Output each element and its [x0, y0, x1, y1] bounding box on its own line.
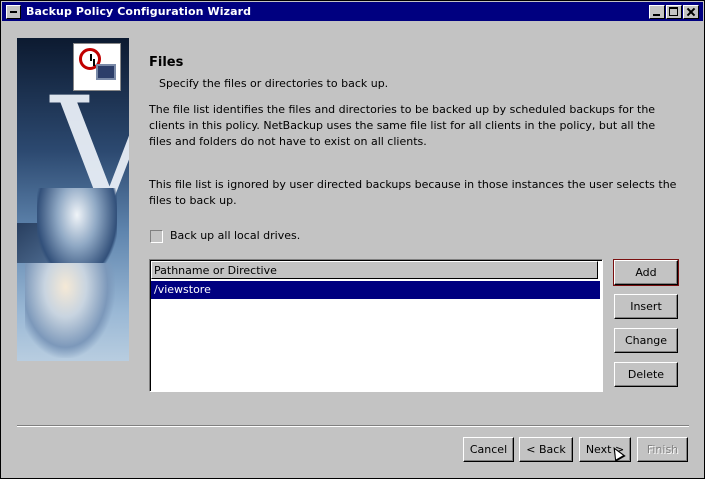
finish-button: Finish	[637, 437, 688, 462]
cancel-button-label: Cancel	[469, 443, 508, 456]
description-paragraph-1: The file list identifies the files and d…	[149, 103, 656, 148]
title-bar[interactable]: Backup Policy Configuration Wizard	[2, 2, 703, 21]
system-menu-icon[interactable]	[6, 5, 21, 19]
wizard-window: Backup Policy Configuration Wizard V Fil…	[0, 0, 705, 479]
page-title: Files	[149, 55, 184, 70]
list-item[interactable]: /viewstore	[151, 281, 600, 299]
maximize-icon[interactable]	[666, 5, 682, 19]
backup-all-drives-checkbox[interactable]	[150, 230, 163, 243]
wizard-banner-image: V	[17, 38, 129, 361]
column-header-label: Pathname or Directive	[154, 264, 277, 277]
column-header-pathname[interactable]: Pathname or Directive	[151, 261, 598, 279]
delete-button[interactable]: Delete	[614, 362, 678, 387]
list-item-label: /viewstore	[154, 283, 211, 296]
page-subtitle: Specify the files or directories to back…	[159, 77, 389, 90]
back-button-label: < Back	[526, 443, 566, 456]
delete-button-label: Delete	[627, 368, 665, 381]
change-button-label: Change	[624, 334, 668, 347]
monitor-icon	[96, 64, 116, 80]
banner-person-2	[25, 263, 115, 358]
window-title: Backup Policy Configuration Wizard	[26, 5, 252, 18]
insert-button[interactable]: Insert	[614, 294, 678, 319]
next-button[interactable]: Next >	[579, 437, 631, 462]
add-button[interactable]: Add	[614, 260, 678, 285]
finish-button-label: Finish	[646, 443, 679, 456]
add-button-label: Add	[635, 266, 657, 279]
cancel-button[interactable]: Cancel	[463, 437, 514, 462]
description-paragraph-2: This file list is ignored by user direct…	[149, 178, 677, 207]
close-icon[interactable]	[683, 5, 699, 19]
change-button[interactable]: Change	[614, 328, 678, 353]
back-button[interactable]: < Back	[519, 437, 573, 462]
footer-divider	[17, 425, 689, 427]
file-list[interactable]: Pathname or Directive /viewstore	[149, 259, 603, 392]
clock-monitor-icon	[73, 43, 121, 91]
minimize-icon[interactable]	[649, 5, 665, 19]
backup-all-drives-label[interactable]: Back up all local drives.	[170, 229, 300, 242]
insert-button-label: Insert	[630, 300, 662, 313]
